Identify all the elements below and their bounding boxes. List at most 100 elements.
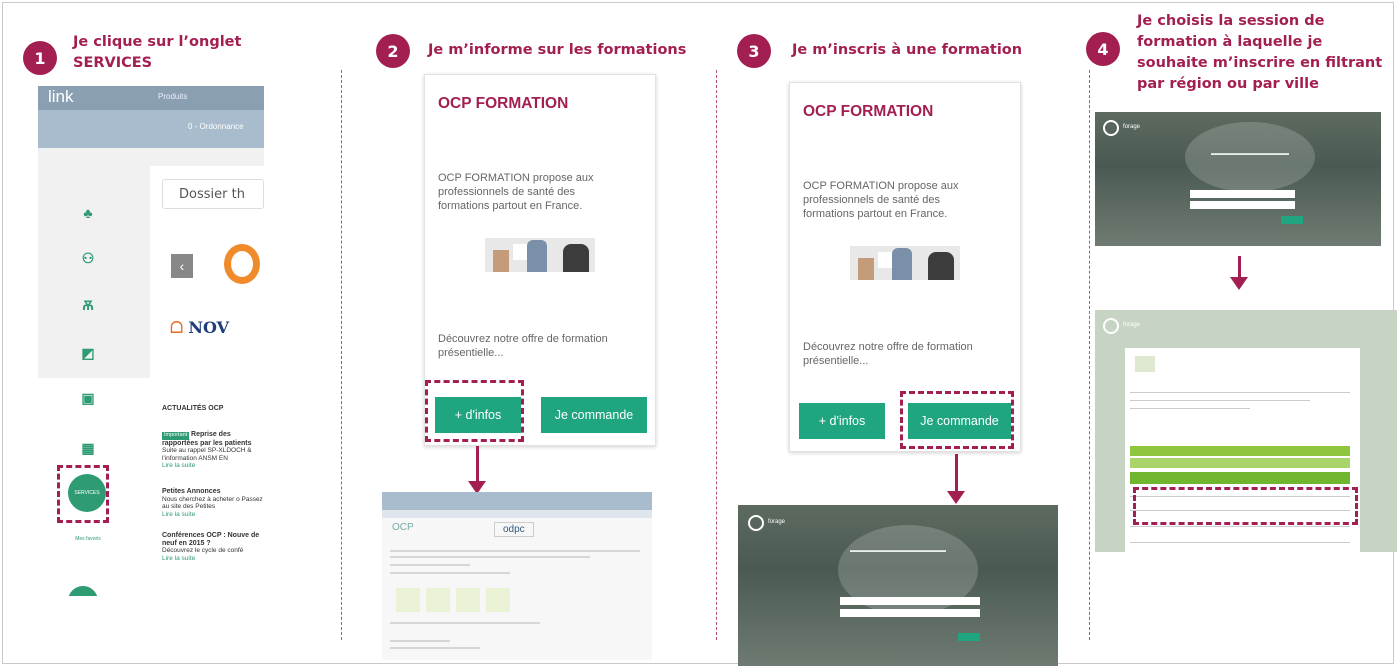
- news-text: Nous cherchez à acheter o Passez au site…: [162, 495, 263, 511]
- band-text: 0 - Ordonnance: [188, 122, 244, 131]
- highlight-session-row: [1133, 487, 1358, 525]
- text-line: [1130, 392, 1350, 393]
- screen-subheader: [382, 510, 652, 518]
- card-title: OCP FORMATION: [803, 103, 934, 120]
- password-field[interactable]: [1190, 201, 1295, 209]
- text-line: [390, 640, 450, 642]
- partner-logo-icon: [224, 244, 260, 284]
- news-title: ACTUALITÉS OCP: [162, 405, 224, 412]
- card-description: OCP FORMATION propose aux professionnels…: [803, 180, 959, 220]
- news-link[interactable]: Lire la suite: [162, 462, 195, 469]
- text-line: [390, 622, 540, 624]
- favorites-link[interactable]: Mes favoris: [72, 536, 104, 542]
- feature-icon: [426, 588, 450, 612]
- product-label: Produits: [158, 92, 188, 101]
- card-offer: Découvrez notre offre de formation prése…: [803, 341, 973, 367]
- feature-icon: [456, 588, 480, 612]
- step-4-title: Je choisis la session de formation à laq…: [1137, 11, 1382, 95]
- news-headline[interactable]: Conférences OCP : Nouve de neuf en 2015 …: [162, 532, 259, 547]
- step-3-screenshot: forage ▬▬▬▬▬▬▬▬▬▬▬▬▬▬▬▬: [738, 505, 1058, 666]
- separator-2: [716, 70, 717, 640]
- step-4-title-line4: par région ou par ville: [1137, 76, 1319, 92]
- login-button[interactable]: [1281, 216, 1303, 224]
- forage-logo-text: forage: [1123, 124, 1141, 130]
- highlight-order-button: [900, 391, 1014, 449]
- text-line: [390, 550, 640, 552]
- home-icon[interactable]: ♣: [80, 206, 96, 220]
- search-box[interactable]: Dossier th: [162, 179, 264, 209]
- step-1-title: Je clique sur l’onglet SERVICES: [73, 32, 241, 74]
- text-line: [1130, 400, 1310, 401]
- table-row[interactable]: [1130, 542, 1350, 543]
- add-button[interactable]: +: [68, 586, 98, 596]
- text-line: [390, 564, 470, 566]
- filter-bar[interactable]: [1130, 446, 1350, 456]
- filter-bar[interactable]: [1130, 458, 1350, 468]
- step-4-title-line3: souhaite m’inscrire en filtrant: [1137, 55, 1383, 71]
- news-tag: Important: [162, 432, 190, 440]
- brand-mark-icon: ᗝ: [170, 318, 184, 337]
- arrow-down-icon: [1230, 256, 1248, 290]
- card-description: OCP FORMATION propose aux professionnels…: [438, 172, 594, 212]
- step-4-badge: 4: [1086, 32, 1120, 66]
- card-image: [485, 238, 595, 272]
- carousel-prev-button[interactable]: ‹: [171, 254, 193, 278]
- table-row[interactable]: [1130, 526, 1350, 527]
- card-title: OCP FORMATION: [438, 95, 569, 112]
- order-button[interactable]: Je commande: [541, 397, 647, 433]
- arrow-down-icon: [468, 446, 486, 494]
- chart-icon[interactable]: ◩: [80, 346, 96, 360]
- forage-logo-icon: [1103, 120, 1119, 136]
- step-2-title: Je m’informe sur les formations: [428, 42, 687, 58]
- step-4-title-line2: formation à laquelle je: [1137, 34, 1323, 50]
- step-2-screenshot: OCP odpc: [382, 492, 652, 660]
- news-link[interactable]: Lire la suite: [162, 555, 195, 562]
- news-item: Conférences OCP : Nouve de neuf en 2015 …: [162, 532, 264, 562]
- welcome-text: ▬▬▬▬▬▬▬▬▬▬▬▬▬: [1211, 151, 1289, 157]
- app-band: 0 - Ordonnance: [38, 110, 264, 148]
- brand-logo: ᗝ NOV: [170, 318, 229, 338]
- highlight-services: [57, 465, 109, 523]
- card-image: [850, 246, 960, 280]
- text-line: [1130, 408, 1250, 409]
- separator-1: [341, 70, 342, 640]
- card-offer: Découvrez notre offre de formation prése…: [438, 333, 608, 359]
- users-icon[interactable]: ⚇: [80, 251, 96, 265]
- group-icon[interactable]: Ѫ: [80, 298, 96, 312]
- news-headline[interactable]: Petites Annonces: [162, 488, 220, 495]
- step-3-badge: 3: [737, 34, 771, 68]
- highlight-info-button: [425, 380, 524, 442]
- login-button[interactable]: [958, 633, 980, 641]
- news-text: Suite au rappel SP-XLDOCH & l'informatio…: [162, 447, 252, 462]
- text-line: [390, 647, 480, 649]
- text-line: [390, 572, 510, 574]
- step-1-badge: 1: [23, 41, 57, 75]
- app-topbar: link Produits: [38, 86, 264, 110]
- calendar-icon[interactable]: ▦: [80, 441, 96, 455]
- feature-icon: [396, 588, 420, 612]
- odpc-logo: odpc: [494, 522, 534, 537]
- news-text: Découvrez le cycle de confé: [162, 547, 244, 554]
- brand-name: NOV: [188, 318, 230, 337]
- table-header: [1130, 472, 1350, 484]
- ocp-mini-logo-icon: [1135, 356, 1155, 372]
- forage-logo-icon: [1103, 318, 1119, 334]
- step-3-title: Je m’inscris à une formation: [792, 42, 1023, 58]
- text-line: [390, 556, 590, 558]
- document-icon[interactable]: ▣: [80, 391, 96, 405]
- news-item: Important Reprise des rapportées par les…: [162, 431, 264, 470]
- screen-header: [382, 492, 652, 510]
- step-1-title-line2: SERVICES: [73, 55, 153, 71]
- username-field[interactable]: [1190, 190, 1295, 198]
- info-button[interactable]: + d'infos: [799, 403, 885, 439]
- forage-logo-text: forage: [768, 519, 786, 525]
- news-link[interactable]: Lire la suite: [162, 511, 195, 518]
- app-logo: link: [48, 87, 74, 106]
- step-1-title-line1: Je clique sur l’onglet: [73, 34, 242, 50]
- feature-icon: [486, 588, 510, 612]
- welcome-text: ▬▬▬▬▬▬▬▬▬▬▬▬▬▬▬▬: [850, 548, 946, 554]
- password-field[interactable]: [840, 609, 980, 617]
- step-4-title-line1: Je choisis la session de: [1137, 13, 1325, 29]
- step-2-badge: 2: [376, 34, 410, 68]
- username-field[interactable]: [840, 597, 980, 605]
